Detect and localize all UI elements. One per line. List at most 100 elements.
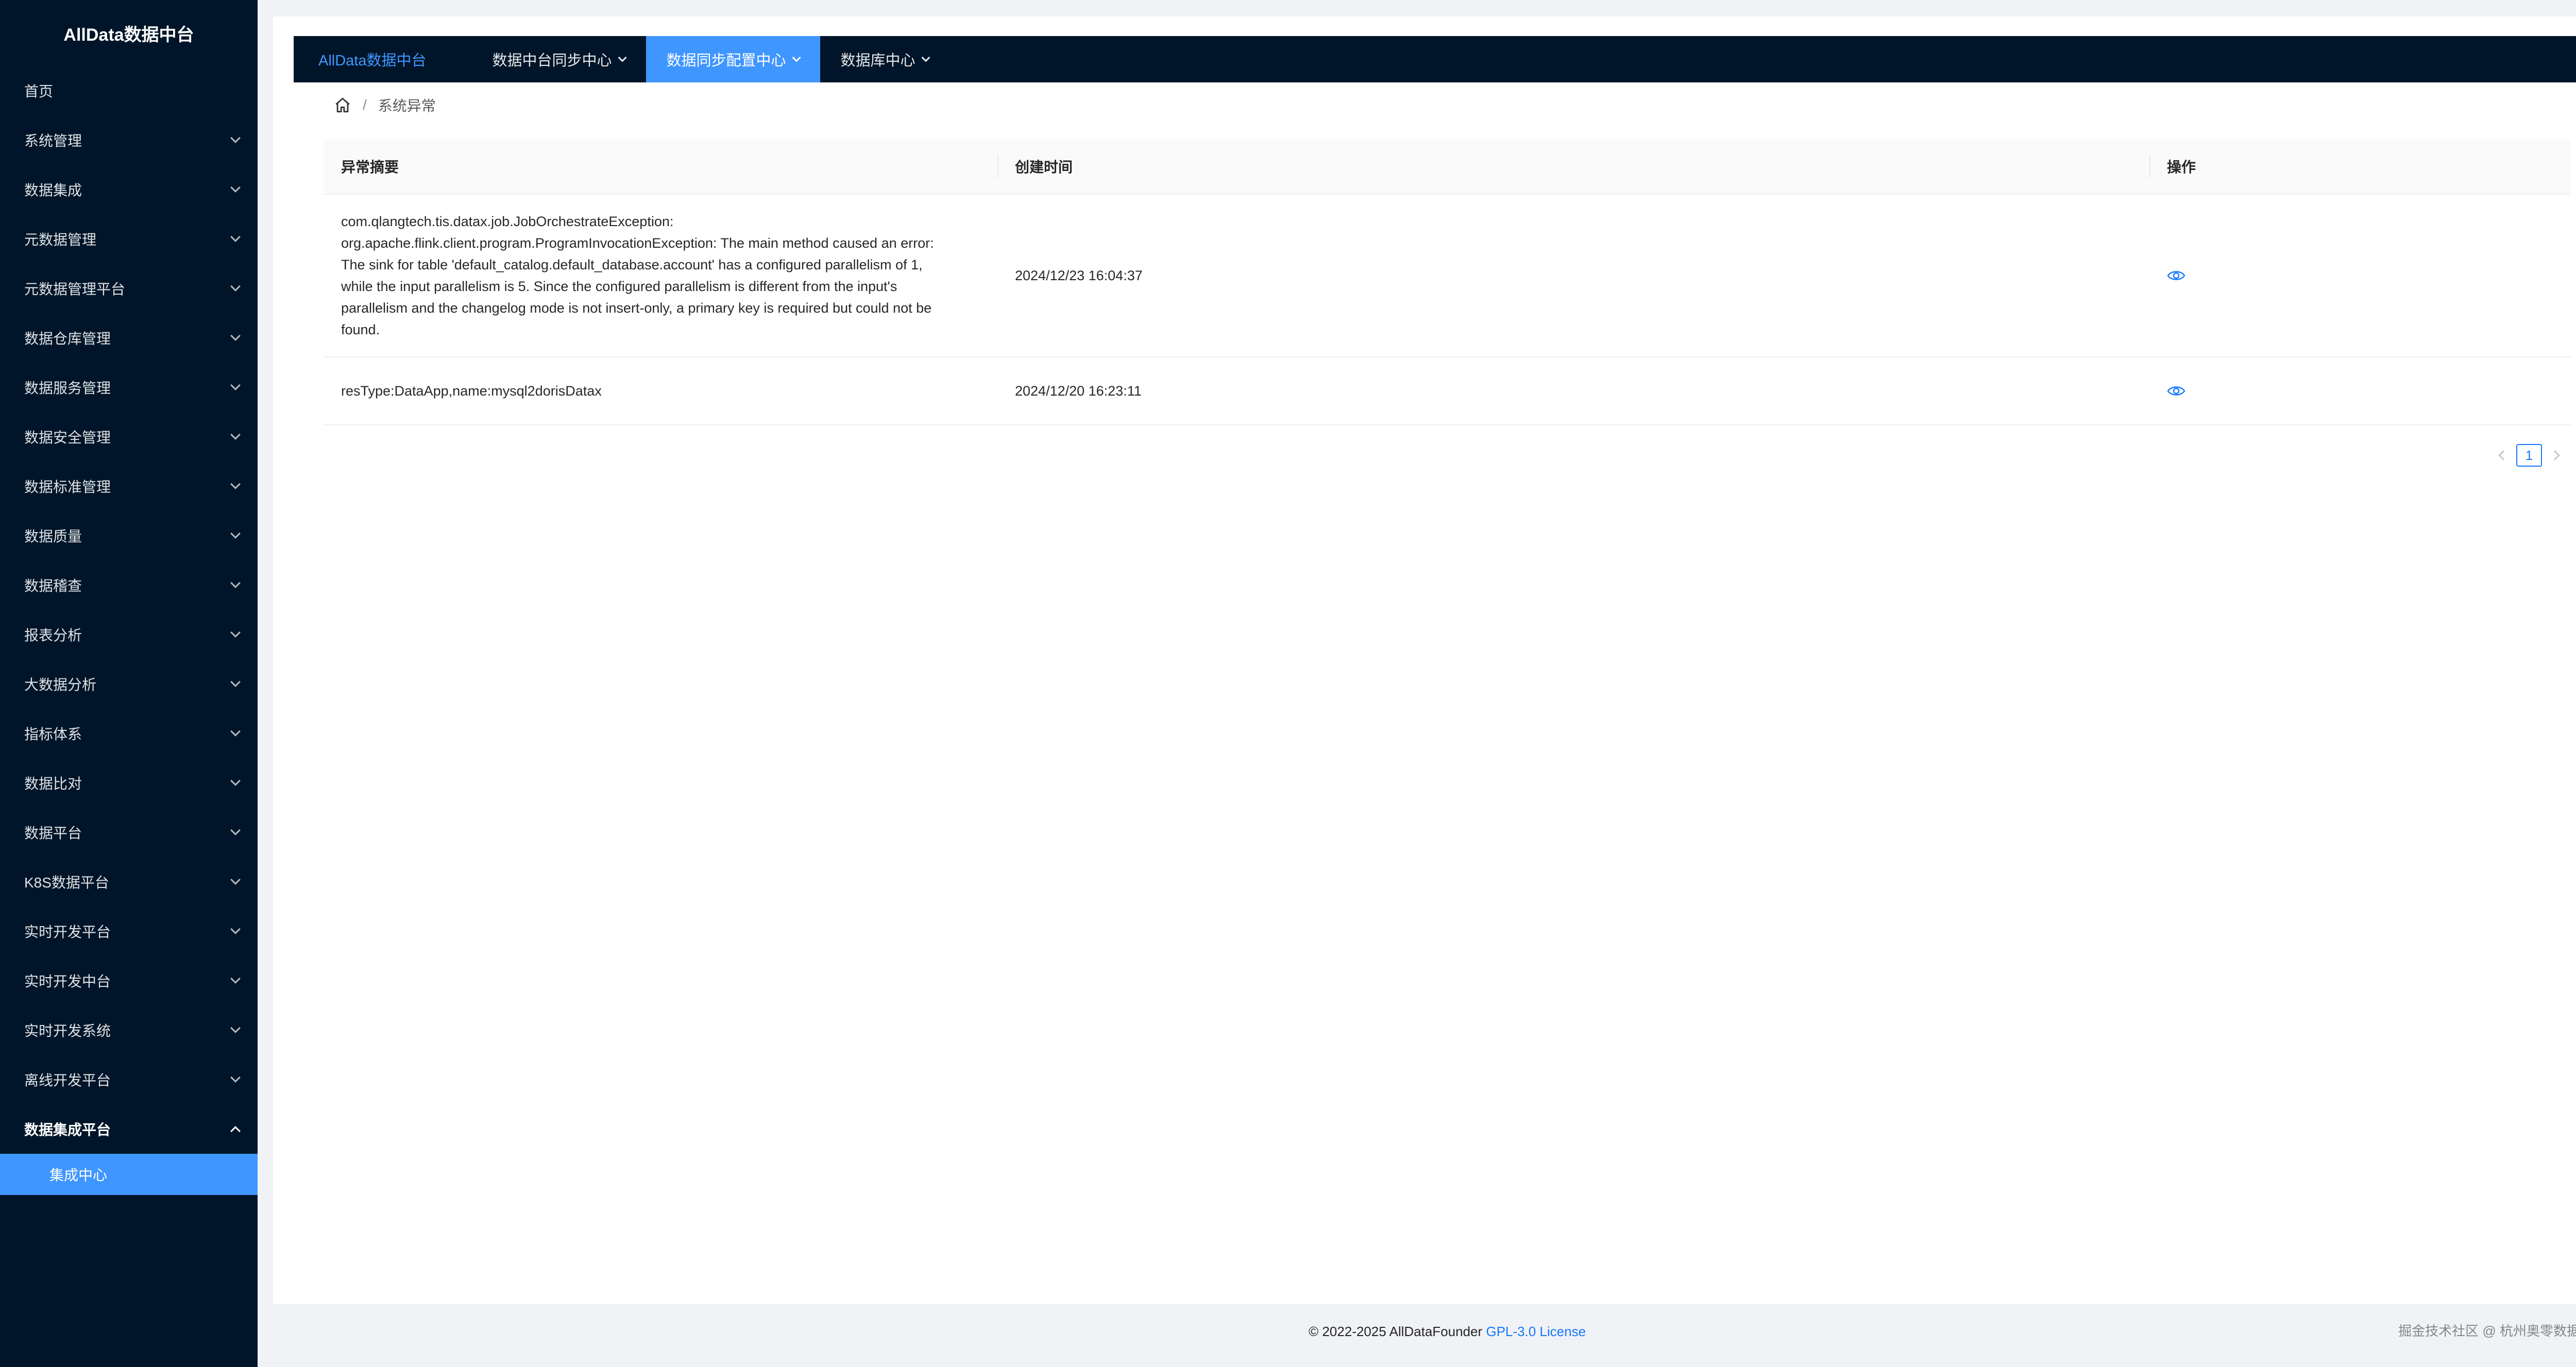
chevron-down-icon xyxy=(230,677,241,687)
top-navigation: AllData数据中台 数据中台同步中心 数据同步配置中心 数据库中心 xyxy=(294,36,2576,82)
chevron-down-icon xyxy=(792,53,801,62)
sidebar-menu: 首页系统管理数据集成元数据管理元数据管理平台 数据仓库管理 数据服务管理 数据安全管理… xyxy=(0,66,258,1154)
sidebar-item[interactable]: 数据平台 xyxy=(0,808,258,857)
home-icon[interactable] xyxy=(334,96,351,114)
chevron-down-icon xyxy=(230,726,241,737)
chevron-right-icon[interactable] xyxy=(2550,450,2560,460)
sidebar-item-label: 数据标准管理 xyxy=(24,479,111,495)
topnav-database-center[interactable]: 数据库中心 xyxy=(820,36,950,82)
exception-summary: com.qlangtech.tis.datax.job.JobOrchestra… xyxy=(324,211,997,340)
chevron-down-icon xyxy=(618,53,627,62)
sidebar-item[interactable]: 数据集成 xyxy=(0,165,258,214)
sidebar-item-label: 实时开发系统 xyxy=(24,1023,111,1039)
summary-line: found. xyxy=(341,322,380,337)
app-logo-title: AllData数据中台 xyxy=(63,25,194,45)
summary-line: org.apache.flink.client.program.ProgramI… xyxy=(341,235,934,251)
sidebar-item-label: 数据集成 xyxy=(24,182,82,198)
sidebar-item[interactable]: 数据质量 xyxy=(0,511,258,560)
sidebar-item-label: 数据服务管理 xyxy=(24,380,111,396)
sidebar-item-label: 数据集成平台 xyxy=(24,1122,111,1138)
sidebar: AllData数据中台 首页系统管理数据集成元数据管理元数据管理平台 数据仓库管理… xyxy=(0,0,258,1367)
sidebar-item-label: 实时开发中台 xyxy=(24,973,111,989)
chevron-left-icon[interactable] xyxy=(2498,450,2509,460)
summary-line: while the input parallelism is 5. Since … xyxy=(341,279,897,294)
sidebar-item-label: 数据稽查 xyxy=(24,578,82,594)
sidebar-item[interactable]: 数据安全管理 xyxy=(0,412,258,462)
column-header-actions: 操作 xyxy=(2149,155,2571,178)
sidebar-item[interactable]: 数据仓库管理 xyxy=(0,313,258,363)
sidebar-item[interactable]: 报表分析 xyxy=(0,610,258,659)
sidebar-item-label: K8S数据平台 xyxy=(24,875,109,891)
sidebar-item-label: 数据安全管理 xyxy=(24,430,111,446)
sidebar-item[interactable]: 系统管理 xyxy=(0,115,258,165)
sidebar-item-label: 数据仓库管理 xyxy=(24,331,111,347)
sidebar-item-label: 元数据管理平台 xyxy=(24,281,126,297)
chevron-down-icon xyxy=(230,331,241,341)
table-row: resType:DataApp,name:mysql2dorisDatax 20… xyxy=(324,357,2571,425)
created-time: 2024/12/20 16:23:11 xyxy=(1015,383,1142,399)
chevron-down-icon xyxy=(230,578,241,588)
sidebar-item[interactable]: 实时开发系统 xyxy=(0,1005,258,1055)
sidebar-item[interactable]: 元数据管理平台 xyxy=(0,264,258,313)
topnav-sync-config-center[interactable]: 数据同步配置中心 xyxy=(646,36,820,82)
created-time: 2024/12/23 16:04:37 xyxy=(1015,267,1143,283)
footer-copyright: © 2022-2025 AllDataFounder xyxy=(1308,1324,1486,1339)
chevron-down-icon xyxy=(230,924,241,934)
topnav-brand[interactable]: AllData数据中台 xyxy=(294,36,451,82)
sidebar-item[interactable]: 数据比对 xyxy=(0,758,258,808)
sidebar-item-label: 首页 xyxy=(24,83,54,99)
chevron-down-icon xyxy=(230,380,241,390)
sidebar-item[interactable]: 大数据分析 xyxy=(0,659,258,709)
sidebar-item-label: 数据平台 xyxy=(24,825,82,841)
breadcrumb: / 系统异常 xyxy=(334,94,436,116)
exception-summary: resType:DataApp,name:mysql2dorisDatax xyxy=(324,380,997,402)
chevron-down-icon xyxy=(230,281,241,292)
chevron-down-icon xyxy=(230,133,241,143)
chevron-down-icon xyxy=(230,875,241,885)
chevron-down-icon xyxy=(230,528,241,539)
chevron-down-icon xyxy=(230,430,241,440)
chevron-up-icon xyxy=(230,1126,241,1136)
footer: © 2022-2025 AllDataFounder GPL-3.0 Licen… xyxy=(273,1324,2576,1340)
sidebar-item-label: 指标体系 xyxy=(24,726,82,742)
sidebar-item[interactable]: 数据服务管理 xyxy=(0,363,258,412)
summary-line: The sink for table 'default_catalog.defa… xyxy=(341,257,923,272)
page-number-current[interactable]: 1 xyxy=(2516,444,2542,467)
sidebar-item[interactable]: K8S数据平台 xyxy=(0,857,258,907)
sidebar-item[interactable]: 数据集成平台 xyxy=(0,1104,258,1154)
exception-table: 异常摘要 创建时间 操作 com.qlangtech.tis.datax.job… xyxy=(324,139,2571,425)
sidebar-item[interactable]: 数据稽查 xyxy=(0,560,258,610)
sidebar-item[interactable]: 离线开发平台 xyxy=(0,1055,258,1104)
sidebar-item[interactable]: 首页 xyxy=(0,66,258,115)
sidebar-item[interactable]: 实时开发中台 xyxy=(0,956,258,1005)
sidebar-item-label: 离线开发平台 xyxy=(24,1072,111,1088)
sidebar-item[interactable]: 实时开发平台 xyxy=(0,907,258,956)
chevron-down-icon xyxy=(230,1072,241,1083)
chevron-down-icon xyxy=(230,232,241,242)
summary-line: com.qlangtech.tis.datax.job.JobOrchestra… xyxy=(341,214,674,229)
sidebar-item[interactable]: 指标体系 xyxy=(0,709,258,758)
actions-cell xyxy=(2149,385,2571,397)
topnav-sync-config-center-label: 数据同步配置中心 xyxy=(666,53,786,69)
chevron-down-icon xyxy=(230,182,241,193)
pagination: 1 xyxy=(2498,444,2560,467)
sidebar-subitem-integration-center[interactable]: 集成中心 xyxy=(0,1154,258,1195)
license-link[interactable]: GPL-3.0 License xyxy=(1486,1324,1586,1339)
topnav-sync-center[interactable]: 数据中台同步中心 xyxy=(472,36,646,82)
eye-icon[interactable] xyxy=(2167,385,2553,397)
chevron-down-icon xyxy=(230,479,241,489)
breadcrumb-separator: / xyxy=(363,97,367,113)
sidebar-item-label: 大数据分析 xyxy=(24,677,97,693)
topnav-sync-center-label: 数据中台同步中心 xyxy=(492,53,612,69)
eye-icon[interactable] xyxy=(2167,269,2553,282)
sidebar-item[interactable]: 数据标准管理 xyxy=(0,462,258,511)
chevron-down-icon xyxy=(230,776,241,786)
topnav-database-center-label: 数据库中心 xyxy=(840,53,916,69)
sidebar-item-label: 系统管理 xyxy=(24,133,82,149)
sidebar-item-label: 元数据管理 xyxy=(24,232,97,248)
sidebar-item[interactable]: 元数据管理 xyxy=(0,214,258,264)
topnav-brand-label: AllData数据中台 xyxy=(318,53,427,69)
sidebar-item-label: 数据比对 xyxy=(24,776,82,792)
chevron-down-icon xyxy=(921,53,930,62)
chevron-down-icon xyxy=(230,627,241,638)
